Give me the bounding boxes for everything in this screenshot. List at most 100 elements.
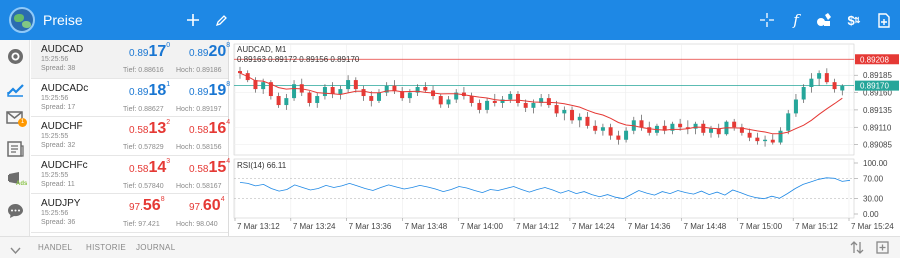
chart-area[interactable]: 7 Mar 13:12 7 Mar 13:24 7 Mar 13:36 7 Mar 1… — [230, 40, 900, 236]
candle-body — [624, 130, 629, 140]
price-axis-label: 0.89110 — [863, 123, 892, 132]
rsi-axis-label: 30.00 — [863, 195, 884, 204]
app-logo[interactable] — [9, 7, 35, 33]
candle-body — [616, 135, 621, 140]
rsi-axis-label: 100.00 — [863, 159, 888, 168]
candle-body — [238, 71, 242, 74]
ask-price: 97.604 — [189, 196, 225, 214]
crosshair-icon[interactable] — [752, 0, 782, 40]
quote-time: 15:25:56 — [41, 210, 69, 217]
quote-high: Hoch: 98.040 — [176, 221, 218, 228]
candle-body — [732, 121, 737, 128]
quote-high: Hoch: 0.58156 — [176, 144, 222, 151]
candle-body — [315, 96, 320, 103]
app-root: Preise f $ ⇅ 1 Ads AUDCAD 15:25:56 Sprea… — [0, 0, 900, 258]
news-icon[interactable] — [6, 140, 24, 158]
rsi-label: RSI(14) 66.11 — [237, 161, 287, 170]
candle-body — [284, 98, 289, 106]
candle-body — [253, 80, 258, 90]
quote-time: 15:25:56 — [41, 94, 69, 102]
rsi-pane — [233, 158, 855, 219]
bid-price: 0.89181 — [129, 80, 171, 99]
candle-body — [515, 93, 520, 103]
quote-row[interactable]: AUDCHF 15:25:55 Spread: 32 0.58132 0.58164 Ti… — [31, 117, 231, 156]
candle-body — [770, 139, 775, 143]
quote-row[interactable]: AUDCHFc 15:25:55 Spread: 11 0.58143 0.58154 T… — [31, 156, 230, 194]
quote-row[interactable]: AUDCAD 15:25:56 Spread: 38 0.89170 0.89208 Ti… — [31, 40, 231, 79]
candle-body — [678, 123, 683, 128]
tab-handel[interactable]: HANDEL — [38, 243, 72, 252]
time-axis-label: 7 Mar 14:48 — [684, 222, 727, 231]
candle-body — [778, 130, 783, 143]
candle-body — [477, 102, 482, 110]
candle-body — [763, 139, 768, 142]
candle-body — [407, 92, 412, 99]
time-axis-label: 7 Mar 13:48 — [404, 222, 447, 231]
quote-low: Tief: 0.57829 — [123, 144, 164, 151]
rsi-axis-label: 0.00 — [863, 210, 879, 219]
time-axis-label: 7 Mar 13:24 — [293, 222, 336, 231]
quote-row[interactable]: AUDCADc 15:25:56 Spread: 17 0.89181 0.89198 T… — [31, 79, 231, 117]
price-axis-label: 0.89085 — [863, 141, 892, 150]
chevron-down-icon[interactable] — [10, 242, 21, 258]
symbol-name: AUDCHF — [41, 121, 83, 132]
candle-body — [809, 78, 814, 88]
candle-body — [369, 96, 374, 101]
mail-badge: 1 — [18, 118, 27, 127]
candle-body — [639, 120, 644, 128]
ask-price: 0.58164 — [189, 119, 231, 137]
candle-body — [292, 84, 297, 99]
ask-price: 0.89208 — [189, 42, 231, 60]
chart-icon[interactable] — [6, 79, 24, 97]
candle-body — [330, 87, 335, 94]
time-axis-label: 7 Mar 14:36 — [628, 222, 671, 231]
function-icon[interactable]: f — [781, 0, 811, 40]
candle-body — [562, 109, 567, 114]
add-document-icon[interactable] — [869, 0, 899, 40]
price-axis-label: 0.89135 — [863, 106, 892, 115]
candle-body — [747, 132, 752, 138]
ask-price-label: 0.89208 — [860, 55, 889, 64]
sort-arrows-icon[interactable] — [850, 241, 864, 258]
quote-high: Hoch: 0.89197 — [176, 105, 222, 113]
ask-price: 0.89198 — [189, 80, 231, 99]
quote-row[interactable]: AUDJPY 15:25:56 Spread: 36 97.568 97.604 Tief… — [31, 194, 228, 233]
candle-body — [701, 123, 706, 133]
candle-body — [423, 87, 428, 91]
candle-body — [755, 137, 760, 142]
chart-svg[interactable]: 7 Mar 13:12 7 Mar 13:24 7 Mar 13:36 7 Mar 1… — [230, 40, 900, 236]
app-title: Preise — [43, 12, 83, 28]
objects-icon[interactable] — [809, 0, 839, 40]
candle-body — [608, 127, 613, 136]
quote-low: Tief: 0.88616 — [123, 67, 164, 74]
candle-body — [400, 91, 405, 99]
add-item-icon[interactable] — [876, 241, 889, 258]
rsi-axis-label: 70.00 — [863, 174, 884, 183]
tab-journal[interactable]: JOURNAL — [136, 243, 175, 252]
candle-body — [832, 82, 837, 90]
quote-spread: Spread: 38 — [41, 65, 76, 72]
ads-label: Ads — [16, 181, 28, 187]
quote-time: 15:25:55 — [41, 171, 69, 179]
symbol-name: AUDJPY — [41, 198, 81, 209]
dollar-arrows-icon[interactable]: $ ⇅ — [839, 0, 869, 40]
candle-body — [577, 116, 582, 121]
plus-icon[interactable] — [178, 0, 208, 40]
mail-icon[interactable]: 1 — [6, 109, 27, 127]
bid-price: 0.58143 — [129, 157, 171, 176]
profile-icon[interactable] — [6, 47, 24, 65]
candle-body — [793, 99, 798, 114]
tab-historie[interactable]: HISTORIE — [86, 243, 126, 252]
candle-body — [508, 93, 513, 100]
pencil-icon[interactable] — [206, 0, 236, 40]
ads-icon[interactable]: Ads — [6, 170, 28, 188]
quotes-list: AUDCAD 15:25:56 Spread: 38 0.89170 0.89208 Ti… — [31, 40, 231, 236]
candle-body — [307, 92, 312, 103]
candle-body — [492, 100, 497, 103]
chart-ohlc-label: 0.89163 0.89172 0.89156 0.89170 — [237, 55, 360, 64]
quote-low: Tief: 0.57840 — [123, 182, 164, 190]
candle-body — [593, 125, 598, 131]
candle-body — [716, 128, 721, 135]
bid-price: 0.89170 — [129, 42, 171, 60]
chat-icon[interactable] — [6, 202, 24, 220]
